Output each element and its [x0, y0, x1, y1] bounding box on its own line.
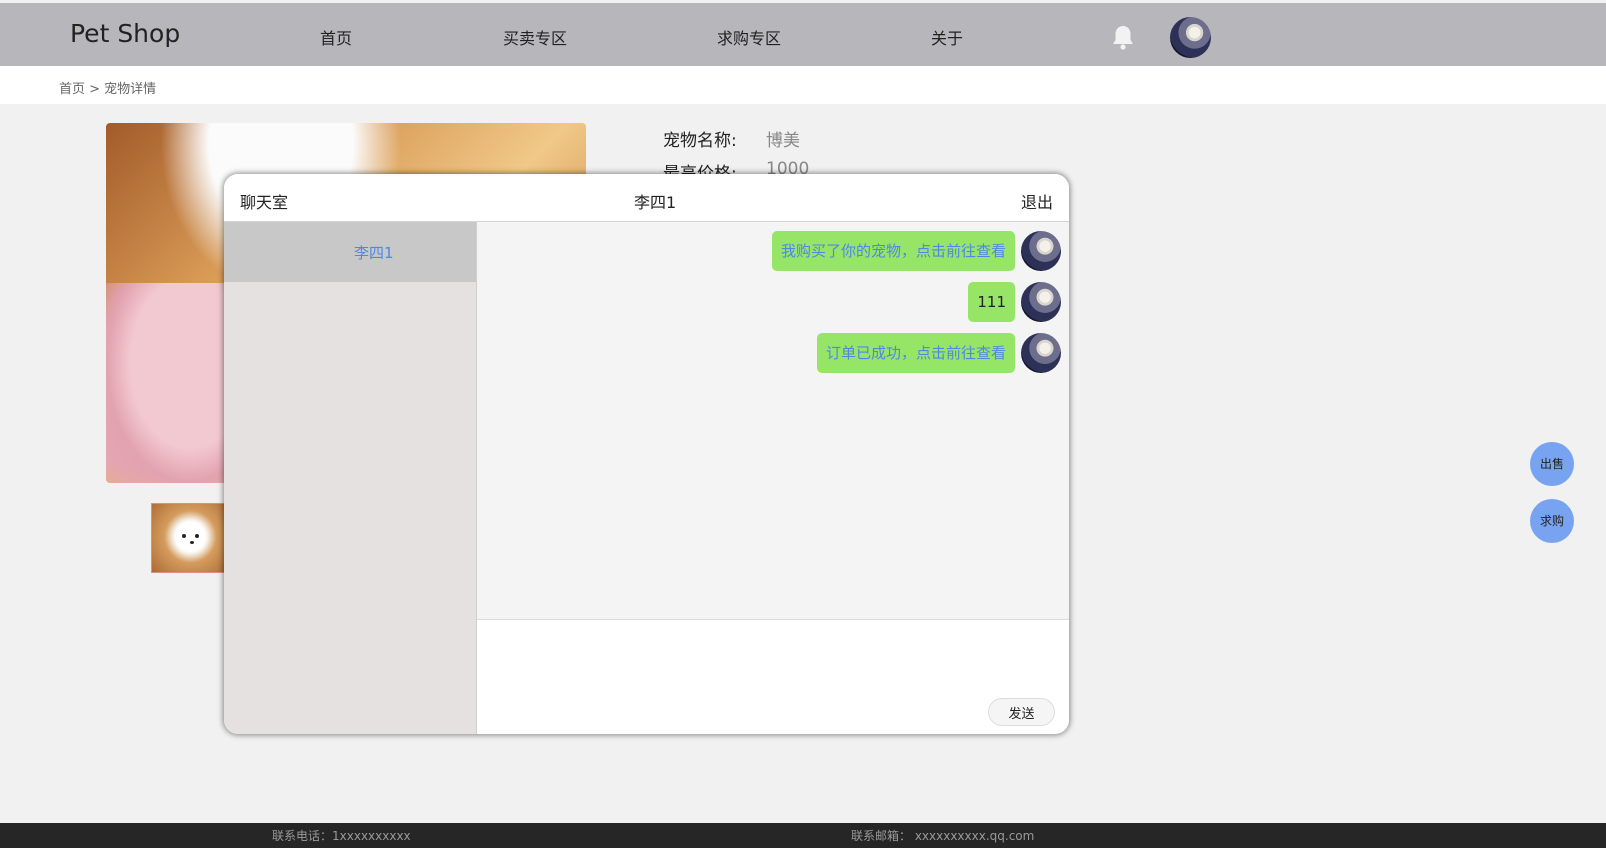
message-item: 我购买了你的宠物，点击前往查看 — [501, 231, 1061, 271]
chat-header: 聊天室 李四1 退出 — [224, 174, 1069, 222]
user-avatar[interactable] — [1170, 17, 1211, 58]
exit-button[interactable]: 退出 — [1021, 189, 1053, 213]
pet-name-label: 宠物名称: — [663, 131, 737, 151]
sender-avatar — [1021, 231, 1061, 271]
pet-thumbnail[interactable] — [151, 503, 227, 573]
chat-title: 聊天室 — [240, 193, 289, 212]
message-item: 订单已成功，点击前往查看 — [501, 333, 1061, 373]
contact-item[interactable]: 李四1 — [224, 222, 476, 282]
top-nav-bar: Pet Shop 首页 买卖专区 求购专区 关于 — [0, 3, 1606, 66]
sender-avatar — [1021, 282, 1061, 322]
site-logo[interactable]: Pet Shop — [70, 19, 180, 48]
chat-peer-name: 李四1 — [634, 193, 677, 212]
pet-name-value: 博美 — [766, 131, 800, 151]
nav-wanted-zone[interactable]: 求购专区 — [717, 25, 781, 49]
message-item: 111 — [501, 282, 1061, 322]
footer-email: 联系邮箱： xxxxxxxxxx.qq.com — [851, 829, 1035, 843]
footer-phone: 联系电话：1xxxxxxxxxx — [272, 829, 411, 843]
nav-trade-zone[interactable]: 买卖专区 — [503, 25, 567, 49]
message-bubble[interactable]: 我购买了你的宠物，点击前往查看 — [771, 231, 1015, 271]
message-list[interactable]: 我购买了你的宠物，点击前往查看 111 订单已成功，点击前往查看 — [477, 222, 1069, 620]
bell-icon[interactable] — [1110, 23, 1136, 51]
sender-avatar — [1021, 333, 1061, 373]
nav-home[interactable]: 首页 — [320, 25, 352, 49]
sell-button[interactable]: 出售 — [1530, 442, 1574, 486]
send-button[interactable]: 发送 — [988, 698, 1055, 726]
nav-about[interactable]: 关于 — [931, 25, 963, 49]
footer: 联系电话：1xxxxxxxxxx 联系邮箱： xxxxxxxxxx.qq.com — [0, 823, 1606, 848]
breadcrumb: 首页 > 宠物详情 — [59, 82, 157, 97]
chat-dialog: 聊天室 李四1 退出 李四1 我购买了你的宠物，点击前往查看 111 订单已成功… — [224, 174, 1069, 734]
contact-list: 李四1 — [224, 222, 477, 734]
wanted-button[interactable]: 求购 — [1530, 499, 1574, 543]
breadcrumb-bar: 首页 > 宠物详情 — [0, 66, 1606, 104]
message-bubble: 111 — [968, 282, 1015, 322]
message-bubble[interactable]: 订单已成功，点击前往查看 — [816, 333, 1015, 373]
message-input[interactable] — [477, 621, 1069, 734]
contact-name: 李四1 — [354, 244, 394, 262]
